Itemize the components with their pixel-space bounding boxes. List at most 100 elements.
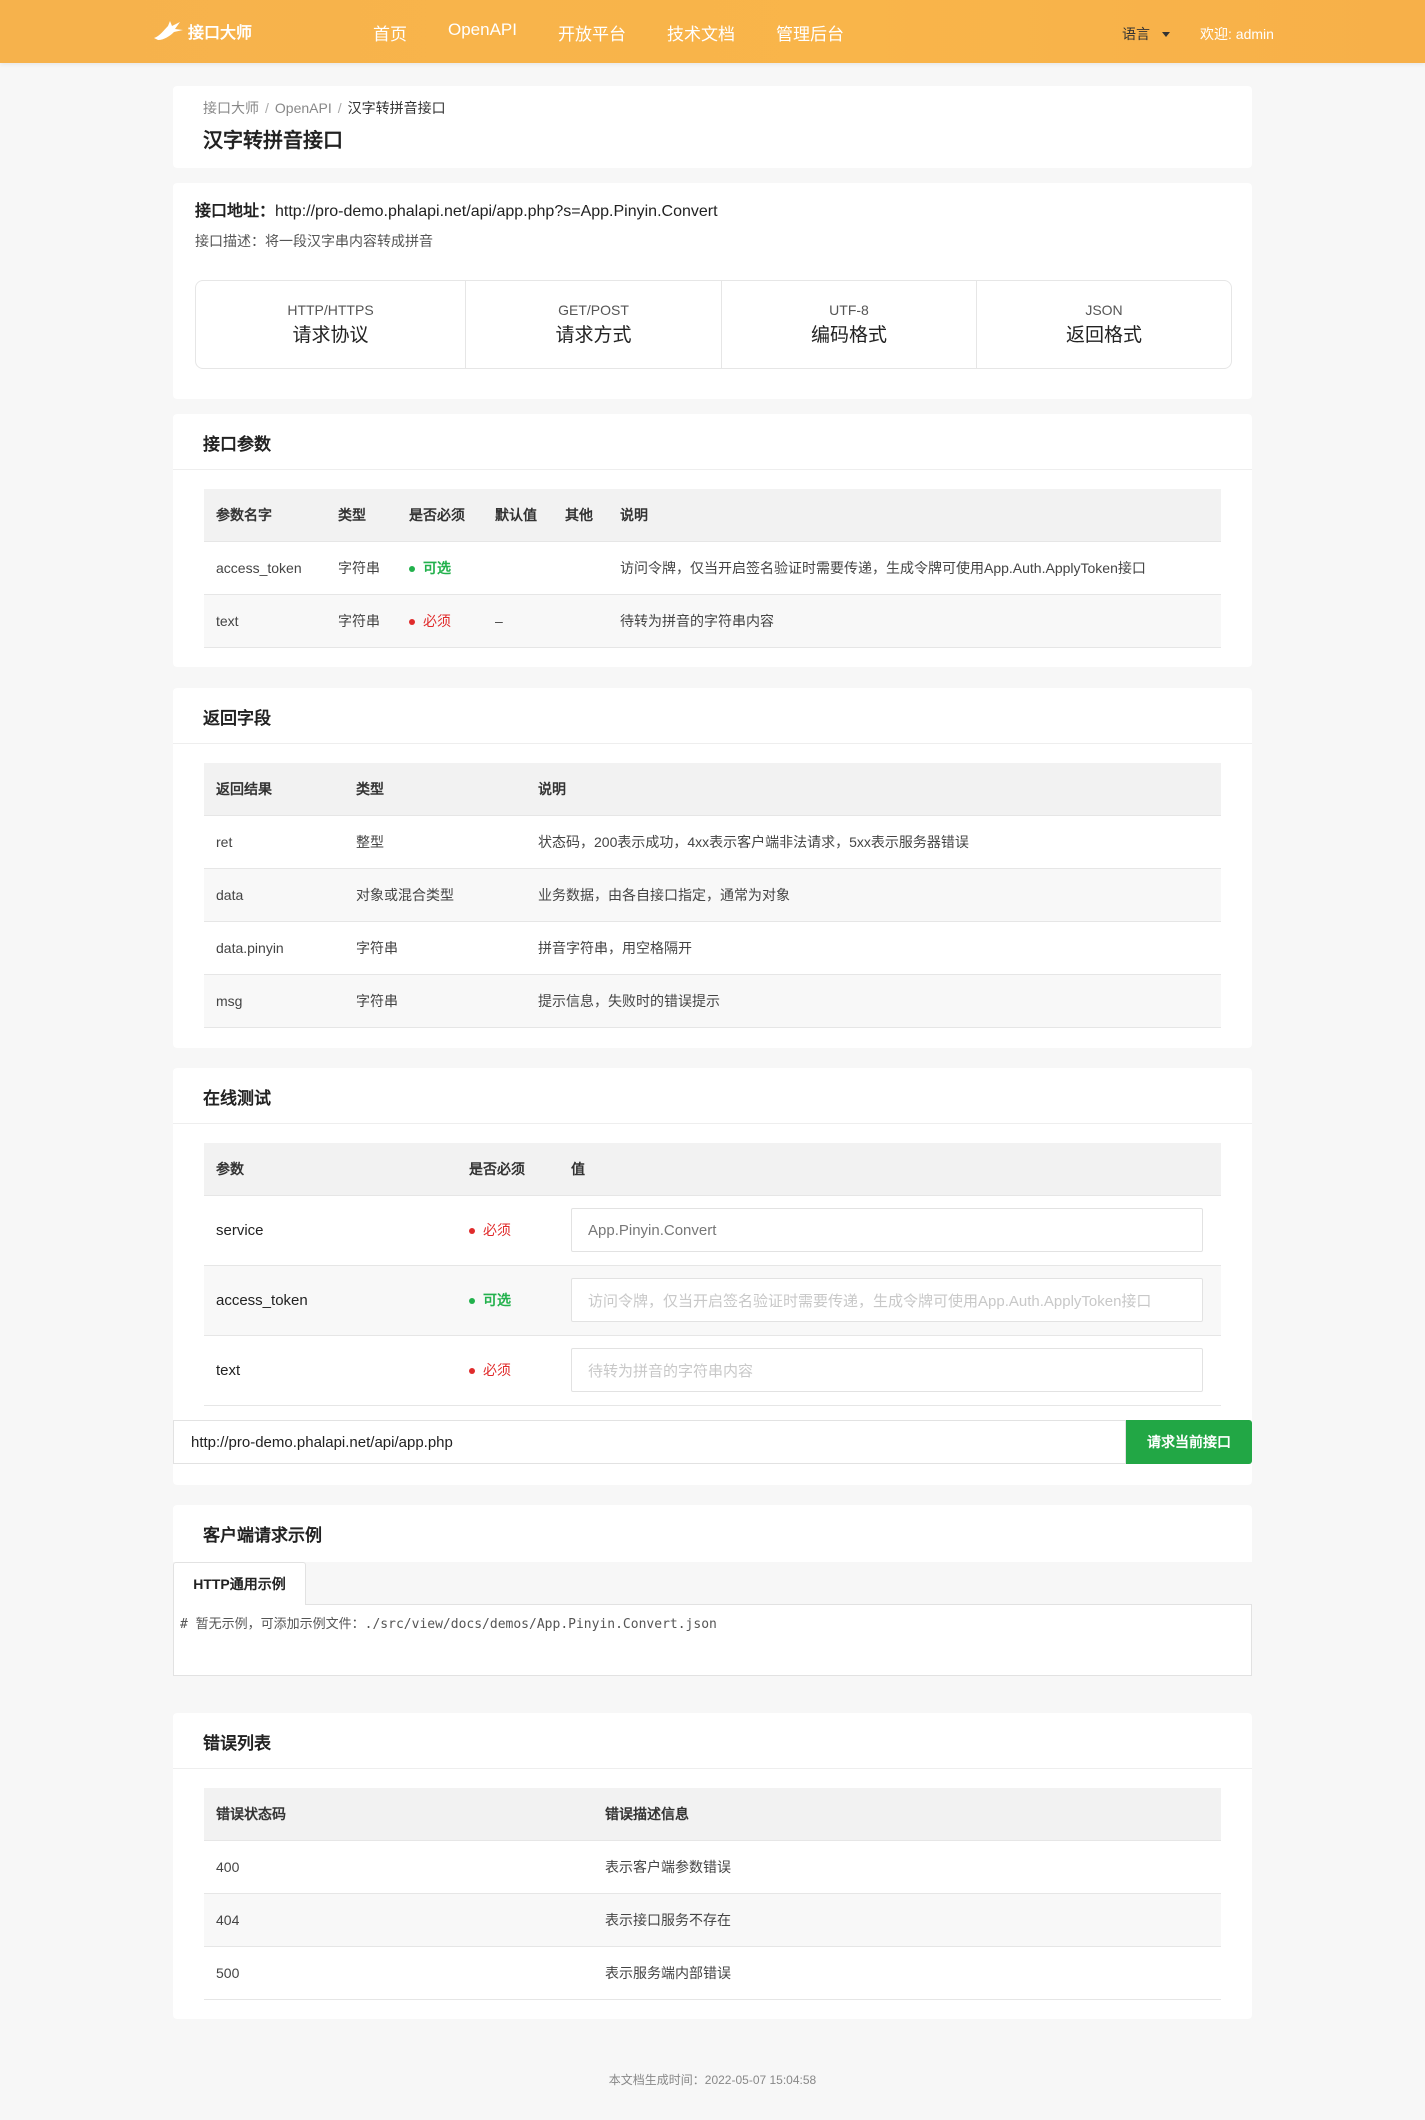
method-box: GET/POST 请求方式 [466,281,722,368]
api-desc-label: 接口描述： [195,233,265,249]
page-title: 汉字转拼音接口 [203,130,343,152]
code-example: # 暂无示例，可添加示例文件：./src/view/docs/demos/App… [173,1605,1252,1676]
breadcrumb-separator: / [265,100,269,116]
params-table: 参数名字 类型 是否必须 默认值 其他 说明 access_token 字符串 … [204,489,1221,648]
error-desc: 表示服务端内部错误 [593,1945,1221,2000]
required-badge: 必须 [483,1362,511,1378]
language-dropdown[interactable]: 语言 [1122,24,1170,44]
errors-card: 错误列表 错误状态码 错误描述信息 400 表示客户端参数错误 404 表示接口… [173,1713,1252,2019]
request-url-input[interactable]: http://pro-demo.phalapi.net/api/app.php [173,1420,1126,1464]
error-code: 500 [204,1945,593,2000]
status-dot-icon [469,1368,475,1375]
client-example-card: 客户端请求示例 HTTP通用示例 # 暂无示例，可添加示例文件：./src/vi… [173,1505,1252,1676]
status-dot-icon [469,1298,475,1305]
optional-badge: 可选 [423,559,451,576]
api-url: 接口地址：http://pro-demo.phalapi.net/api/app… [195,197,718,221]
language-label: 语言 [1122,26,1150,42]
table-row: 500 表示服务端内部错误 [204,1945,1221,2000]
nav-tech-docs[interactable]: 技术文档 [667,20,735,45]
text-input[interactable]: 待转为拼音的字符串内容 [571,1348,1203,1392]
th-default: 默认值 [483,489,553,541]
section-title: 客户端请求示例 [203,1526,322,1545]
return-desc: 提示信息，失败时的错误提示 [526,973,1221,1028]
divider [173,1768,1252,1769]
test-param-name: access_token [204,1264,457,1335]
logo-text: 接口大师 [188,25,253,42]
th-type: 类型 [344,763,526,815]
status-dot-icon [409,565,415,572]
table-row: ret 整型 状态码，200表示成功，4xx表示客户端非法请求，5xx表示服务器… [204,814,1221,868]
test-param-required: 必须 [457,1334,559,1406]
table-row: 404 表示接口服务不存在 [204,1892,1221,1946]
access-token-input[interactable]: 访问令牌，仅当开启签名验证时需要传递，生成令牌可使用App.Auth.Apply… [571,1278,1203,1322]
return-name: data [204,867,344,921]
encoding-value: UTF-8 [829,302,869,318]
required-badge: 必须 [423,612,451,629]
top-header: 接口大师 首页 OpenAPI 开放平台 技术文档 管理后台 语言 欢迎: ad… [0,0,1425,63]
protocol-box: HTTP/HTTPS 请求协议 [196,281,466,368]
breadcrumb-separator: / [337,100,342,116]
test-params-table: 参数 是否必须 值 service 必须 App.Pinyin.Convert … [204,1143,1221,1406]
return-name: msg [204,973,344,1028]
return-desc: 业务数据，由各自接口指定，通常为对象 [526,867,1221,921]
method-label: 请求方式 [555,325,632,346]
nav-home[interactable]: 首页 [373,20,407,45]
error-desc: 表示接口服务不存在 [593,1892,1221,1946]
logo-icon [154,21,183,40]
return-type: 整型 [344,814,526,868]
status-dot-icon [469,1228,475,1235]
test-param-name: service [204,1194,457,1265]
th-desc: 说明 [608,489,1221,541]
test-param-required: 必须 [457,1194,559,1265]
param-other [553,593,608,648]
th-return-name: 返回结果 [204,763,344,815]
request-button[interactable]: 请求当前接口 [1126,1420,1252,1464]
table-row: data 对象或混合类型 业务数据，由各自接口指定，通常为对象 [204,867,1221,921]
breadcrumb: 接口大师 / OpenAPI / 汉字转拼音接口 [203,98,446,118]
table-row: 400 表示客户端参数错误 [204,1839,1221,1893]
logo[interactable]: 接口大师 [150,18,252,44]
th-desc: 说明 [526,763,1221,815]
encoding-label: 编码格式 [810,325,887,346]
nav-admin[interactable]: 管理后台 [776,20,844,45]
method-value: GET/POST [558,302,629,318]
divider [173,469,1252,470]
section-title: 返回字段 [203,709,271,728]
params-card: 接口参数 参数名字 类型 是否必须 默认值 其他 说明 access_token… [173,414,1252,667]
tab-http-example[interactable]: HTTP通用示例 [173,1562,306,1605]
footer-generated-time: 本文档生成时间：2022-05-07 15:04:58 [608,2073,817,2087]
table-row: access_token 可选 访问令牌，仅当开启签名验证时需要传递，生成令牌可… [204,1264,1221,1335]
return-type: 字符串 [344,973,526,1028]
status-dot-icon [409,618,415,625]
table-row: access_token 字符串 可选 访问令牌，仅当开启签名验证时需要传递，生… [204,540,1221,594]
test-param-value-cell: App.Pinyin.Convert [559,1194,1221,1265]
th-required: 是否必须 [457,1143,559,1195]
error-desc: 表示客户端参数错误 [593,1839,1221,1893]
nav-open-platform[interactable]: 开放平台 [558,20,626,45]
param-name: access_token [204,540,326,594]
th-param-name: 参数名字 [204,489,326,541]
client-example-header [173,1505,1252,1562]
nav-openapi[interactable]: OpenAPI [448,20,517,45]
return-desc: 状态码，200表示成功，4xx表示客户端非法请求，5xx表示服务器错误 [526,814,1221,868]
breadcrumb-openapi[interactable]: OpenAPI [275,100,332,116]
service-input[interactable]: App.Pinyin.Convert [571,1208,1203,1252]
param-default [483,540,553,594]
api-info-card: 接口地址：http://pro-demo.phalapi.net/api/app… [173,183,1252,399]
th-error-code: 错误状态码 [204,1788,593,1840]
param-type: 字符串 [326,593,397,648]
section-title: 错误列表 [203,1734,271,1753]
param-other [553,540,608,594]
errors-table: 错误状态码 错误描述信息 400 表示客户端参数错误 404 表示接口服务不存在… [204,1788,1221,2000]
test-param-value-cell: 待转为拼音的字符串内容 [559,1334,1221,1406]
api-url-label: 接口地址： [195,203,276,220]
th-type: 类型 [326,489,397,541]
table-row: text 字符串 必须 – 待转为拼音的字符串内容 [204,593,1221,648]
encoding-box: UTF-8 编码格式 [722,281,977,368]
breadcrumb-home[interactable]: 接口大师 [203,100,259,116]
returns-card: 返回字段 返回结果 类型 说明 ret 整型 状态码，200表示成功，4xx表示… [173,688,1252,1048]
th-error-desc: 错误描述信息 [593,1788,1221,1840]
section-title: 在线测试 [203,1089,271,1108]
welcome-user[interactable]: 欢迎: admin [1200,24,1274,44]
optional-badge: 可选 [483,1292,511,1308]
